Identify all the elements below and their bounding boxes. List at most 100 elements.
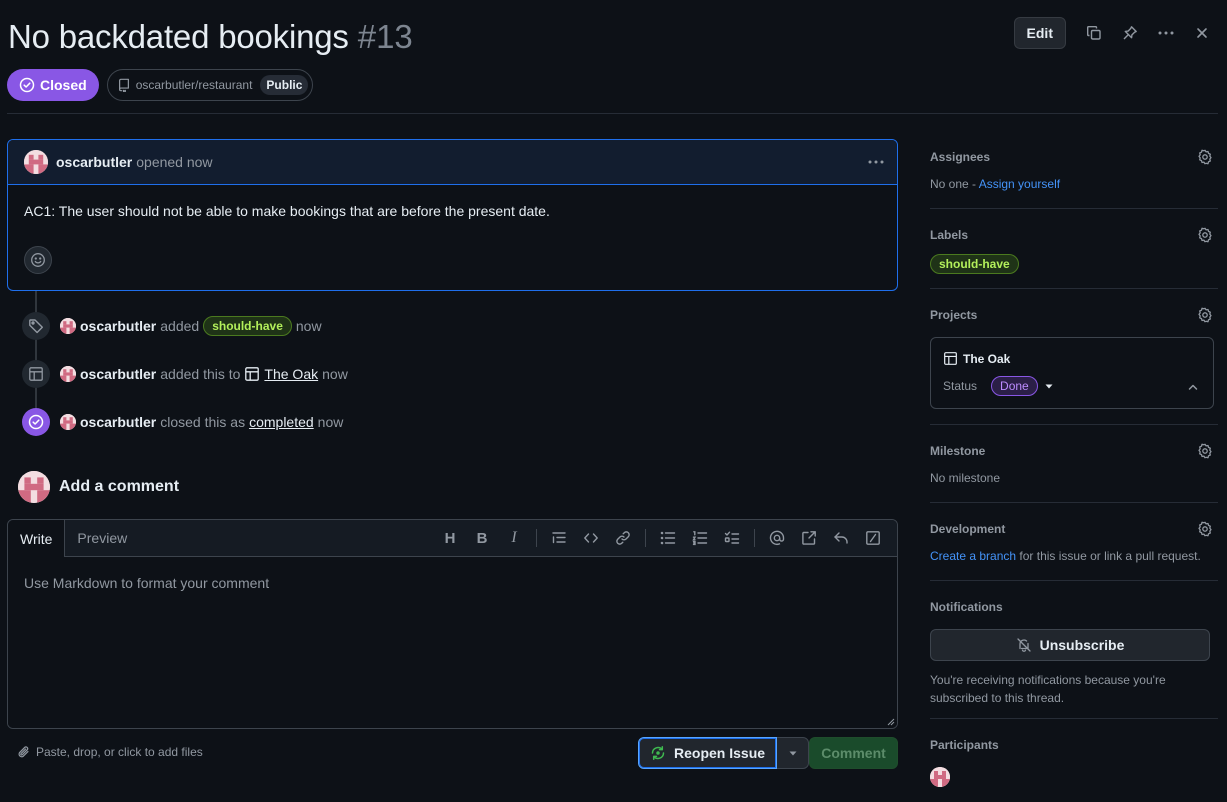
avatar[interactable] bbox=[60, 318, 76, 334]
quote-button[interactable] bbox=[543, 524, 575, 552]
unsubscribe-button[interactable]: Unsubscribe bbox=[930, 629, 1210, 661]
italic-button[interactable]: I bbox=[498, 524, 530, 552]
event-time[interactable]: now bbox=[318, 414, 344, 430]
comment-textarea[interactable] bbox=[8, 557, 897, 728]
link-button[interactable] bbox=[607, 524, 639, 552]
code-button[interactable] bbox=[575, 524, 607, 552]
issue-title-row: No backdated bookings #13 bbox=[8, 18, 413, 60]
development-settings-button[interactable] bbox=[1197, 521, 1213, 537]
sidebar-divider bbox=[930, 502, 1218, 503]
assignees-none-text: No one - bbox=[930, 177, 979, 191]
bold-button[interactable]: B bbox=[466, 524, 498, 552]
close-panel-button[interactable] bbox=[1184, 17, 1220, 49]
projects-settings-button[interactable] bbox=[1197, 307, 1213, 323]
milestone-value: No milestone bbox=[930, 471, 1001, 485]
timeline-badge bbox=[22, 360, 50, 388]
assign-yourself-link[interactable]: Assign yourself bbox=[979, 177, 1060, 191]
add-comment-title: Add a comment bbox=[59, 478, 180, 495]
editor-tabs: Write Preview H B I bbox=[8, 520, 897, 557]
link-icon bbox=[616, 531, 630, 545]
unsubscribe-label: Unsubscribe bbox=[1039, 637, 1125, 653]
notifications-text: You're receiving notifications because y… bbox=[930, 673, 1166, 705]
quote-icon bbox=[552, 532, 566, 544]
chevron-up-icon bbox=[1188, 384, 1198, 390]
copy-link-button[interactable] bbox=[1076, 17, 1112, 49]
create-branch-link[interactable]: Create a branch bbox=[930, 549, 1016, 563]
avatar[interactable] bbox=[24, 150, 48, 174]
sync-icon bbox=[650, 745, 674, 761]
timeline-event-labeled: oscarbutler added should-have now bbox=[22, 312, 322, 340]
project-name: The Oak bbox=[963, 351, 1011, 366]
label-should-have[interactable]: should-have bbox=[203, 316, 292, 336]
toolbar-divider bbox=[645, 529, 646, 547]
toolbar-divider bbox=[754, 529, 755, 547]
reference-button[interactable] bbox=[793, 524, 825, 552]
completed-link[interactable]: completed bbox=[249, 414, 314, 430]
header-actions: Edit bbox=[1013, 17, 1227, 49]
event-time[interactable]: now bbox=[322, 366, 348, 382]
unordered-list-button[interactable] bbox=[652, 524, 684, 552]
reopen-options-dropdown[interactable] bbox=[777, 737, 810, 769]
event-author[interactable]: oscarbutler bbox=[80, 318, 156, 334]
assignees-settings-button[interactable] bbox=[1197, 149, 1213, 165]
slash-commands-button[interactable] bbox=[857, 524, 889, 552]
mention-icon bbox=[769, 530, 785, 545]
pin-button[interactable] bbox=[1112, 17, 1148, 49]
closed-state-badge: Closed bbox=[7, 69, 99, 101]
milestone-title: Milestone bbox=[930, 444, 986, 458]
heading-button[interactable]: H bbox=[434, 524, 466, 552]
add-comment-header: Add a comment bbox=[18, 471, 179, 503]
event-author[interactable]: oscarbutler bbox=[80, 414, 156, 430]
gear-icon bbox=[1198, 443, 1212, 459]
milestone-settings-button[interactable] bbox=[1197, 443, 1213, 459]
gear-icon bbox=[1198, 149, 1212, 165]
more-options-button[interactable] bbox=[1148, 17, 1184, 49]
edit-button[interactable]: Edit bbox=[1013, 17, 1066, 49]
sidebar-divider bbox=[930, 288, 1218, 289]
labels-title: Labels bbox=[930, 228, 969, 242]
reopen-issue-button[interactable]: Reopen Issue bbox=[638, 737, 778, 769]
saved-reply-button[interactable] bbox=[825, 524, 857, 552]
add-reaction-button[interactable] bbox=[24, 246, 52, 274]
labels-settings-button[interactable] bbox=[1197, 227, 1213, 243]
ordered-list-button[interactable] bbox=[684, 524, 716, 552]
collapse-project-button[interactable] bbox=[1187, 381, 1199, 393]
avatar[interactable] bbox=[930, 767, 950, 787]
comment-author[interactable]: oscarbutler bbox=[56, 154, 132, 170]
tab-preview[interactable]: Preview bbox=[65, 520, 139, 556]
event-time[interactable]: now bbox=[296, 318, 322, 334]
task-list-button[interactable] bbox=[716, 524, 748, 552]
label-should-have[interactable]: should-have bbox=[930, 254, 1019, 274]
mention-button[interactable] bbox=[761, 524, 793, 552]
repo-link[interactable]: oscarbutler/restaurant Public bbox=[106, 69, 314, 101]
avatar[interactable] bbox=[60, 366, 76, 382]
tab-write[interactable]: Write bbox=[8, 520, 66, 557]
notifications-title: Notifications bbox=[930, 600, 1003, 614]
event-author[interactable]: oscarbutler bbox=[80, 366, 156, 382]
kebab-icon bbox=[1157, 25, 1175, 41]
header-divider bbox=[7, 113, 1218, 114]
projects-section: Projects The Oak Status Done bbox=[930, 305, 1218, 409]
project-link[interactable]: The Oak bbox=[264, 366, 318, 382]
repo-name: oscarbutler/restaurant bbox=[135, 78, 253, 92]
numbered-list-icon bbox=[692, 531, 708, 546]
comment-editor: Write Preview H B I bbox=[7, 519, 898, 729]
project-card: The Oak Status Done bbox=[930, 337, 1214, 409]
avatar[interactable] bbox=[18, 471, 50, 503]
resize-handle-icon[interactable] bbox=[887, 718, 895, 726]
bell-slash-icon bbox=[1016, 637, 1040, 653]
timeline-event-project: oscarbutler added this to The Oak now bbox=[22, 360, 348, 388]
avatar[interactable] bbox=[60, 414, 76, 430]
comment-options-button[interactable] bbox=[867, 154, 885, 170]
status-done-pill[interactable]: Done bbox=[991, 376, 1038, 396]
slash-icon bbox=[866, 531, 880, 545]
attach-files-button[interactable]: Paste, drop, or click to add files bbox=[17, 745, 203, 759]
development-value: Create a branch for this issue or link a… bbox=[930, 547, 1218, 565]
comment-button[interactable]: Comment bbox=[809, 737, 898, 769]
toolbar-divider bbox=[536, 529, 537, 547]
repo-icon bbox=[117, 78, 131, 92]
project-title[interactable]: The Oak bbox=[943, 351, 1010, 366]
status-dropdown[interactable] bbox=[1044, 381, 1054, 391]
event-text: added bbox=[160, 318, 200, 334]
kebab-icon bbox=[868, 160, 884, 164]
